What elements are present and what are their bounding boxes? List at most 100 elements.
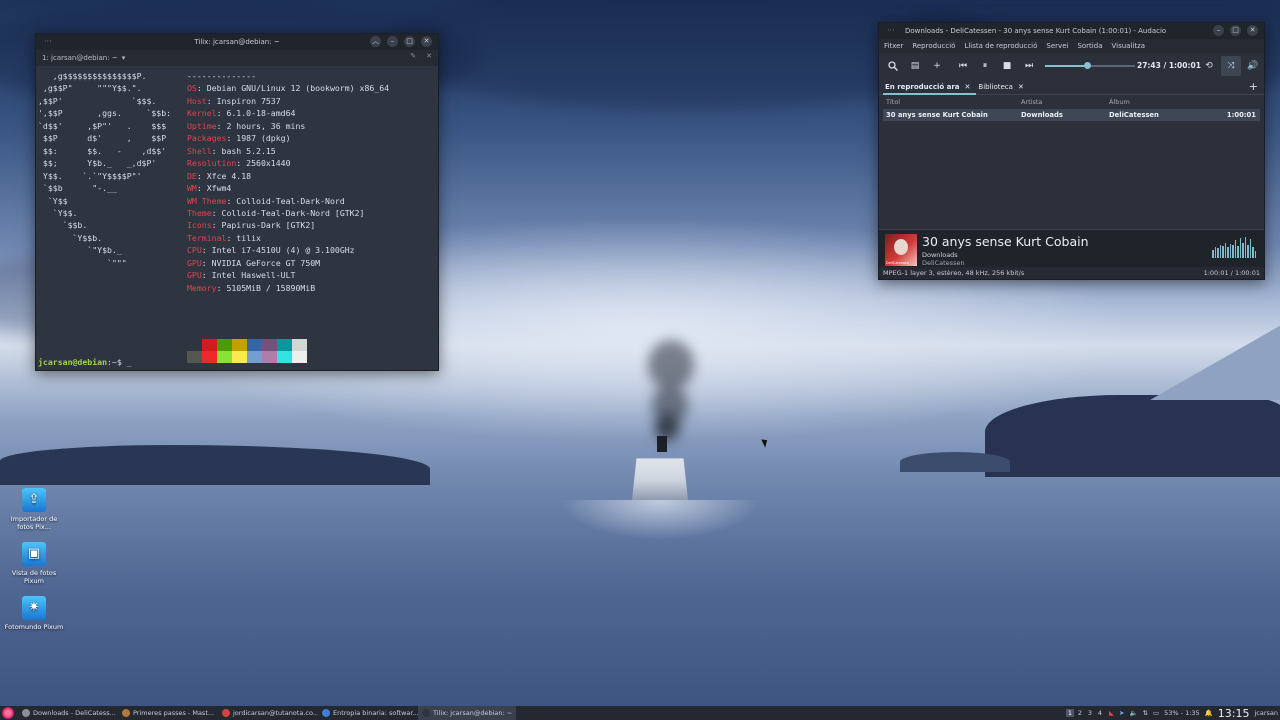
search-button[interactable] xyxy=(883,56,903,76)
terminal-tab-label[interactable]: 1: jcarsan@debian: ~ xyxy=(42,54,118,62)
battery-icon[interactable]: ▭ xyxy=(1153,709,1159,717)
info-value: Debian GNU/Linux 12 (bookworm) x86_64 xyxy=(206,83,390,94)
desktop-icon[interactable]: ✷ Fotomundo Pixum xyxy=(4,596,64,631)
pause-button[interactable]: ⏸ xyxy=(975,56,995,76)
menu-item[interactable]: Fitxer xyxy=(884,42,903,50)
seek-slider[interactable] xyxy=(1045,62,1135,69)
info-value: Xfce 4.18 xyxy=(206,170,252,181)
workspace-2[interactable]: 2 xyxy=(1076,709,1084,717)
status-bar: MPEG-1 layer 3, estèreo, 48 kHz, 256 kbi… xyxy=(879,267,1264,279)
audacious-titlebar[interactable]: ··· Downloads - DeliCatessen - 30 anys s… xyxy=(879,23,1264,39)
taskbar[interactable]: Downloads - DeliCatess... Primeres passes… xyxy=(0,706,1280,720)
visualizer-bar xyxy=(1227,247,1229,258)
palette-swatch xyxy=(292,351,307,363)
open-files-button[interactable]: ▤ xyxy=(905,56,925,76)
menu-item[interactable]: Sortida xyxy=(1077,42,1102,50)
visualizer-bar xyxy=(1224,242,1226,258)
system-tray[interactable]: 1234 ◣ ➤ 🔈 ⇅ ▭ 53% - 1:35 🔔 13:15 jcarsa… xyxy=(1065,706,1280,720)
stop-button[interactable]: ■ xyxy=(997,56,1017,76)
playback-time: 27:43 / 1:00:01 xyxy=(1137,61,1201,70)
tab-library[interactable]: Biblioteca ✕ xyxy=(976,79,1029,95)
edit-icon[interactable]: ✎ xyxy=(410,52,416,60)
player-toolbar[interactable]: ▤ + ⏮ ⏸ ■ ⏭ 27:43 / 1:00:01 ⟲ ⤨ 🔊 xyxy=(879,53,1264,79)
task-label: Downloads - DeliCatess... xyxy=(33,709,116,717)
add-files-button[interactable]: + xyxy=(927,56,947,76)
notification-icon[interactable]: 🔔 xyxy=(1205,709,1213,717)
ascii-line: ,g$$P" """Y$$.". xyxy=(38,83,142,94)
user-name[interactable]: jcarsan xyxy=(1254,709,1278,717)
volume-button[interactable]: 🔊 xyxy=(1243,56,1263,76)
info-key: Packages xyxy=(187,133,227,144)
info-value: Intel i7-4510U (4) @ 3.100GHz xyxy=(211,245,355,256)
volume-icon[interactable]: 🔈 xyxy=(1129,709,1137,717)
playlist-header[interactable]: Títol Artista Àlbum xyxy=(883,95,1260,109)
playlist-area[interactable] xyxy=(879,121,1264,225)
column-album[interactable]: Àlbum xyxy=(1109,98,1209,106)
maximize-button[interactable]: □ xyxy=(1230,25,1241,36)
menu-item[interactable]: Visualitza xyxy=(1111,42,1145,50)
telegram-icon[interactable]: ➤ xyxy=(1119,709,1124,717)
menu-item[interactable]: Reproducció xyxy=(912,42,955,50)
close-tab-icon[interactable]: ✕ xyxy=(426,52,432,60)
workspace-4[interactable]: 4 xyxy=(1096,709,1104,717)
desktop-icon[interactable]: ⇪ Importador de fotos Pix... xyxy=(4,488,64,531)
taskbar-task[interactable]: Tilix: jcarsan@debian: ~ xyxy=(418,706,517,720)
repeat-button[interactable]: ⟲ xyxy=(1199,56,1219,76)
now-playing-album: DeliCatessen xyxy=(922,259,965,267)
close-tab-icon[interactable]: ✕ xyxy=(965,79,971,93)
terminal-output[interactable]: ,g$$$$$$$$$$$$$$$P. ,g$$P" """Y$$.". ,$$P… xyxy=(36,66,438,370)
taskbar-task[interactable]: Entropia binaria: softwar... xyxy=(318,706,418,720)
chevron-down-icon[interactable]: ▾ xyxy=(122,54,126,62)
playlist-tabs[interactable]: En reproducció ara ✕ Biblioteca ✕ + xyxy=(879,79,1264,95)
minimize-icon[interactable]: ︿ xyxy=(370,36,381,47)
minimize-button[interactable]: – xyxy=(1213,25,1224,36)
terminal-tab-bar[interactable]: 1: jcarsan@debian: ~ ▾ ✎ ✕ xyxy=(36,50,438,66)
ascii-line: `$$b "-.__ xyxy=(38,183,117,194)
taskbar-task[interactable]: Primeres passes - Mast... xyxy=(118,706,218,720)
taskbar-task[interactable]: Downloads - DeliCatess... xyxy=(18,706,118,720)
ascii-line: $$; Y$b._ _,d$P' xyxy=(38,158,157,169)
network-icon[interactable]: ⇅ xyxy=(1143,709,1148,717)
total-time: 1:00:01 / 1:00:01 xyxy=(1203,269,1260,277)
task-list[interactable]: Downloads - DeliCatess... Primeres passes… xyxy=(18,706,517,720)
battery-status[interactable]: 53% - 1:35 xyxy=(1164,709,1200,717)
neofetch-info: -------------- OS: Debian GNU/Linux 12 (b… xyxy=(187,70,389,294)
shuffle-button[interactable]: ⤨ xyxy=(1221,56,1241,76)
close-tab-icon[interactable]: ✕ xyxy=(1018,79,1024,95)
desktop-icon[interactable]: ▣ Vista de fotos Pixum xyxy=(4,542,64,585)
menu-item[interactable]: Llista de reproducció xyxy=(964,42,1037,50)
app-menu-icon[interactable] xyxy=(2,707,14,719)
audacious-menubar[interactable]: Fitxer Reproducció Llista de reproducció Se… xyxy=(879,39,1264,53)
table-row[interactable]: 30 anys sense Kurt Cobain Downloads Deli… xyxy=(883,109,1260,121)
flag-icon[interactable]: ◣ xyxy=(1109,709,1114,717)
ascii-line: `Y$$b. xyxy=(38,232,103,243)
info-value: Papirus-Dark [GTK2] xyxy=(221,220,316,231)
tab-now-playing[interactable]: En reproducció ara ✕ xyxy=(883,79,977,95)
next-button[interactable]: ⏭ xyxy=(1019,56,1039,76)
audacious-window[interactable]: ··· Downloads - DeliCatessen - 30 anys s… xyxy=(878,22,1265,280)
ascii-line: `$$b. xyxy=(38,220,88,231)
previous-button[interactable]: ⏮ xyxy=(953,56,973,76)
info-key: GPU xyxy=(187,270,202,281)
visualizer xyxy=(1212,236,1256,258)
workspace-1[interactable]: 1 xyxy=(1065,709,1074,717)
menu-item[interactable]: Servei xyxy=(1046,42,1068,50)
window-menu-icon[interactable]: ··· xyxy=(887,26,895,35)
taskbar-task[interactable]: jordicarsan@tutanota.co... xyxy=(218,706,318,720)
workspace-switcher[interactable]: 1234 xyxy=(1065,709,1104,717)
window-menu-icon[interactable]: ··· xyxy=(44,37,52,46)
terminal-window[interactable]: ··· Tilix: jcarsan@debian: ~ ︿ – □ ✕ 1: … xyxy=(35,33,439,371)
close-button[interactable]: ✕ xyxy=(421,36,432,47)
workspace-3[interactable]: 3 xyxy=(1086,709,1094,717)
close-button[interactable]: ✕ xyxy=(1247,25,1258,36)
column-artist[interactable]: Artista xyxy=(1021,98,1109,106)
column-title[interactable]: Títol xyxy=(883,98,1021,106)
add-playlist-icon[interactable]: + xyxy=(1249,80,1258,93)
terminal-titlebar[interactable]: ··· Tilix: jcarsan@debian: ~ ︿ – □ ✕ xyxy=(36,34,438,50)
maximize-button[interactable]: □ xyxy=(404,36,415,47)
visualizer-bar xyxy=(1237,245,1239,258)
clock[interactable]: 13:15 xyxy=(1218,707,1250,720)
seek-handle[interactable] xyxy=(1083,62,1091,69)
shell-prompt[interactable]: jcarsan@debian:~$ _ xyxy=(38,356,132,368)
minimize-button[interactable]: – xyxy=(387,36,398,47)
